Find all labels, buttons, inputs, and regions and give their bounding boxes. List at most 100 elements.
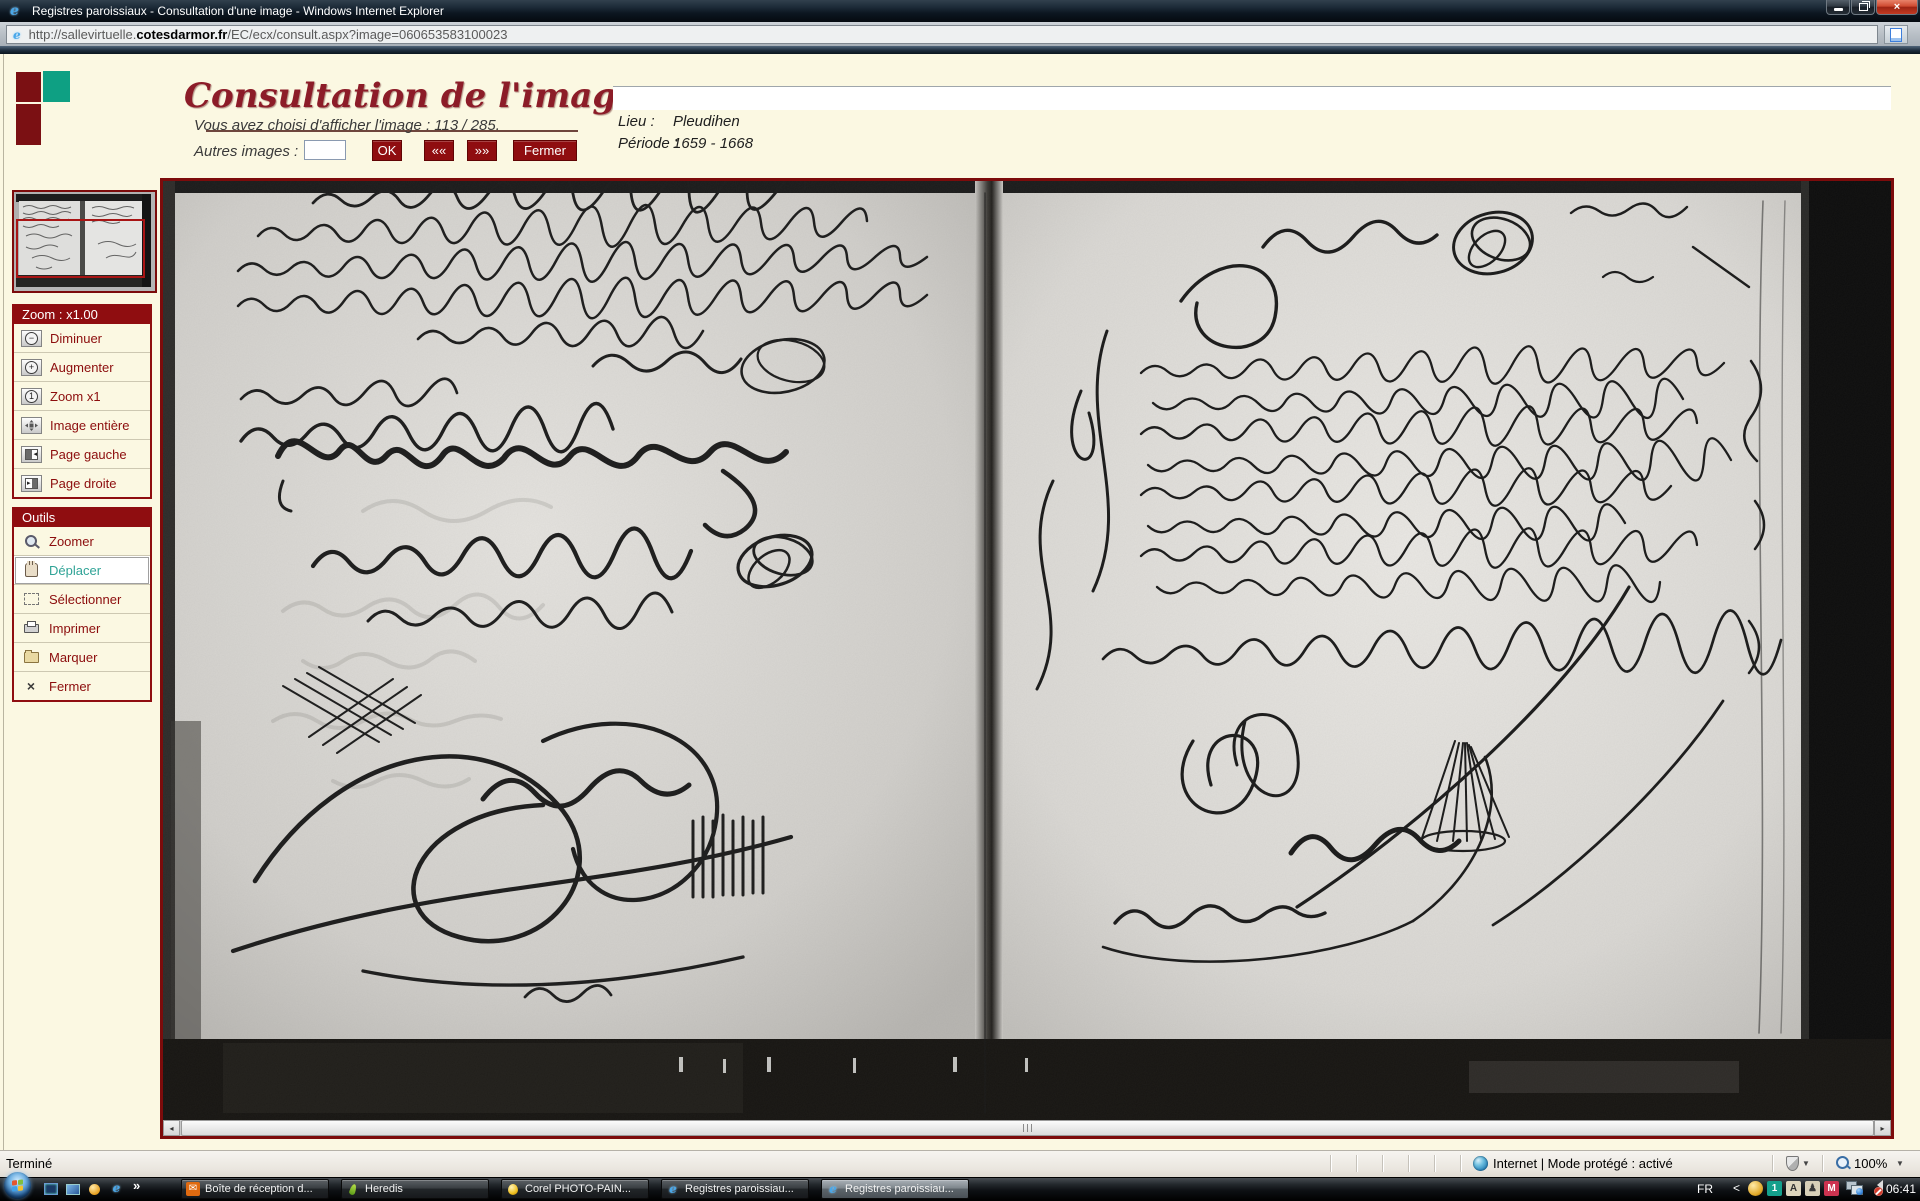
ie-icon: e: [666, 1182, 680, 1196]
compatibility-view-button[interactable]: [1884, 25, 1908, 44]
scroll-right-button[interactable]: ▸: [1874, 1120, 1891, 1136]
left-page-icon: ◂: [21, 446, 42, 463]
logo-square-teal: [43, 71, 70, 102]
zoom-panel-header: Zoom : x1.00: [12, 304, 152, 324]
fit-image-icon: [21, 417, 42, 434]
quicklaunch-clock-icon[interactable]: [86, 1181, 103, 1197]
page-left-edge: [3, 54, 4, 1150]
other-image-input[interactable]: [304, 140, 346, 160]
right-page-icon: ▸: [21, 475, 42, 492]
start-button[interactable]: [4, 1172, 31, 1199]
address-page-icon: e: [13, 28, 21, 42]
tray-clock-icon[interactable]: [1748, 1181, 1763, 1196]
left-page-button[interactable]: ◂ Page gauche: [14, 440, 150, 469]
periode-label: Période :: [618, 135, 678, 152]
taskbar-button-corel[interactable]: Corel PHOTO-PAIN...: [501, 1179, 649, 1199]
scrollbar-track[interactable]: ▸: [180, 1120, 1891, 1136]
tray-one-icon[interactable]: 1: [1767, 1181, 1782, 1196]
taskbar-button-registres-2-active[interactable]: e Registres paroissiau...: [821, 1179, 969, 1199]
tool-deplacer-selected[interactable]: Déplacer: [14, 556, 150, 585]
tools-panel: Outils Zoomer Déplacer Sélectionner Impr…: [12, 507, 152, 702]
zoom-panel: Zoom : x1.00 − Diminuer + Augmenter 1 Zo…: [12, 304, 152, 499]
ok-button[interactable]: OK: [372, 140, 402, 161]
magnifier-icon: [21, 535, 41, 547]
zoom-in-button[interactable]: + Augmenter: [14, 353, 150, 382]
previous-image-button[interactable]: ««: [424, 140, 454, 161]
balloon-icon: [506, 1182, 520, 1196]
minimize-icon: [1834, 8, 1843, 11]
tools-panel-header: Outils: [12, 507, 152, 527]
image-viewport: ◂ ▸: [160, 178, 1894, 1139]
taskbar-button-mail[interactable]: ✉ Boîte de réception d...: [181, 1179, 329, 1199]
volume-muted-icon[interactable]: [1868, 1182, 1884, 1196]
bookmark-folder-icon: [21, 652, 41, 663]
header-white-band: [613, 86, 1891, 110]
restore-icon: [1859, 3, 1868, 11]
lieu-label: Lieu :: [618, 113, 655, 130]
navigation-thumbnail[interactable]: [12, 190, 157, 293]
tool-fermer[interactable]: × Fermer: [14, 672, 150, 700]
selection-rect-icon: [21, 593, 41, 605]
taskbar-button-registres-1[interactable]: e Registres paroissiau...: [661, 1179, 809, 1199]
zoom-x1-icon: 1: [21, 388, 42, 405]
quicklaunch-ie-icon[interactable]: e: [108, 1180, 125, 1196]
taskbar-button-heredis[interactable]: Heredis: [341, 1179, 489, 1199]
page-zoom-level[interactable]: 100%: [1854, 1156, 1887, 1171]
zone-text: Internet | Mode protégé : activé: [1493, 1156, 1673, 1171]
zoom-reset-button[interactable]: 1 Zoom x1: [14, 382, 150, 411]
printer-icon: [21, 624, 41, 633]
close-x-icon: ×: [21, 678, 41, 694]
mail-icon: ✉: [186, 1182, 200, 1196]
tray-expand-chevron[interactable]: <: [1733, 1181, 1740, 1195]
thumbnail-image: [14, 192, 151, 287]
logo-square-red-top: [16, 72, 41, 102]
minimize-button[interactable]: [1826, 0, 1850, 15]
windows-flag-icon: [12, 1179, 23, 1191]
page-top-shadow: [0, 46, 1920, 54]
quicklaunch-monitor-icon[interactable]: [42, 1181, 59, 1197]
shield-caret-icon[interactable]: ▼: [1802, 1159, 1810, 1168]
quicklaunch-overflow-chevron[interactable]: »: [133, 1178, 140, 1193]
zoom-caret-icon[interactable]: ▼: [1896, 1159, 1904, 1168]
network-icon[interactable]: [1846, 1181, 1864, 1196]
internet-zone-icon: [1473, 1156, 1488, 1171]
lieu-value: Pleudihen: [673, 113, 740, 130]
next-image-button[interactable]: »»: [467, 140, 497, 161]
zoom-out-icon: −: [21, 330, 42, 347]
status-text: Terminé: [6, 1156, 52, 1171]
address-url: http://sallevirtuelle.cotesdarmor.fr/EC/…: [29, 27, 508, 42]
scrollbar-thumb[interactable]: [181, 1120, 1874, 1136]
tray-a-icon[interactable]: A: [1786, 1181, 1801, 1196]
fit-image-button[interactable]: Image entière: [14, 411, 150, 440]
tool-marquer[interactable]: Marquer: [14, 643, 150, 672]
logo-square-red-bottom: [16, 104, 41, 145]
close-button[interactable]: ×: [1876, 0, 1918, 15]
horizontal-scrollbar[interactable]: ◂ ▸: [163, 1120, 1891, 1136]
manuscript-scan-image[interactable]: [163, 181, 1891, 1120]
tool-selectionner[interactable]: Sélectionner: [14, 585, 150, 614]
restore-button[interactable]: [1851, 0, 1875, 15]
ie-icon: e: [826, 1182, 840, 1196]
zoom-in-icon: +: [21, 359, 42, 376]
window-titlebar[interactable]: e Registres paroissiaux - Consultation d…: [0, 0, 1920, 22]
other-images-label: Autres images :: [194, 143, 298, 160]
address-input[interactable]: e http://sallevirtuelle.cotesdarmor.fr/E…: [6, 25, 1878, 44]
tray-m-icon[interactable]: M: [1824, 1181, 1839, 1196]
tray-figure-icon[interactable]: ♟: [1805, 1181, 1820, 1196]
ie-logo-icon: e: [10, 3, 19, 19]
compatibility-view-icon: [1890, 28, 1902, 42]
scrollbar-grip: [1023, 1124, 1032, 1132]
fermer-button[interactable]: Fermer: [513, 140, 577, 161]
scroll-left-button[interactable]: ◂: [163, 1120, 180, 1136]
tray-clock-time[interactable]: 06:41: [1886, 1182, 1916, 1196]
close-icon: ×: [1894, 2, 1900, 13]
quicklaunch-desktop-icon[interactable]: [64, 1181, 81, 1197]
language-indicator[interactable]: FR: [1697, 1182, 1713, 1196]
right-page-button[interactable]: ▸ Page droite: [14, 469, 150, 497]
zoom-out-button[interactable]: − Diminuer: [14, 324, 150, 353]
window-title: Registres paroissiaux - Consultation d'u…: [32, 4, 444, 18]
periode-value: 1659 - 1668: [673, 135, 753, 152]
leaf-icon: [346, 1182, 360, 1196]
tool-imprimer[interactable]: Imprimer: [14, 614, 150, 643]
tool-zoomer[interactable]: Zoomer: [14, 527, 150, 556]
